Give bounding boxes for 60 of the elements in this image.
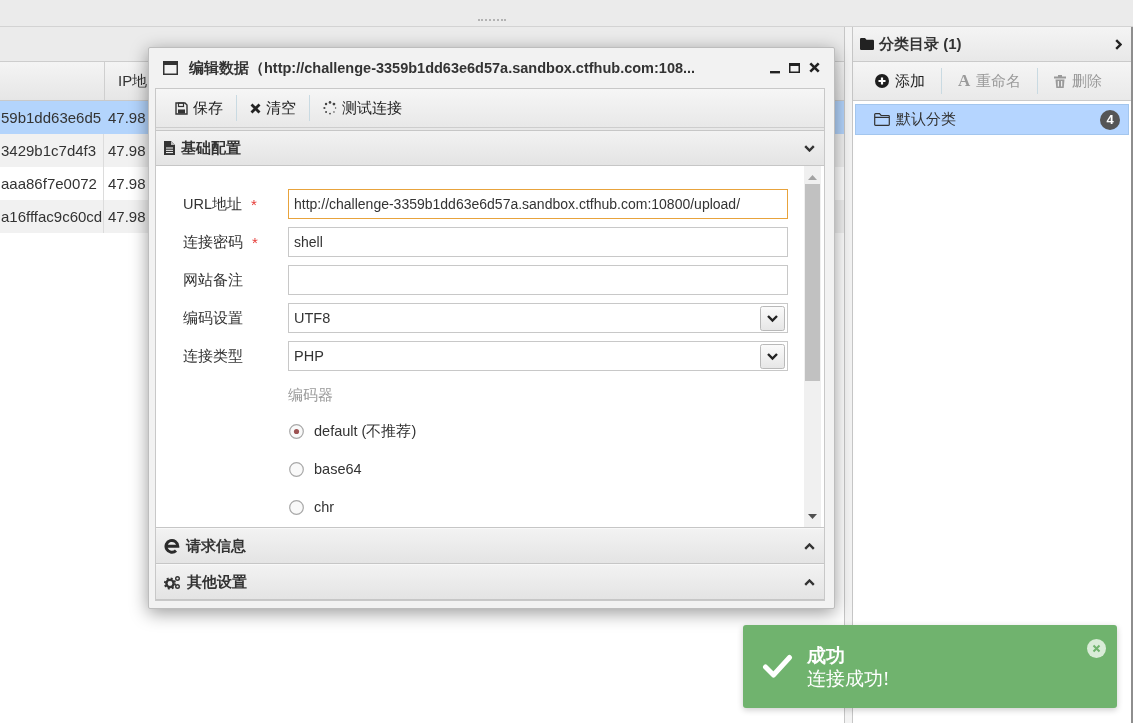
- text-field[interactable]: http://challenge-3359b1dd63e6d57a.sandbox.ctfhub.com:10800/upload/: [288, 189, 788, 219]
- checkmark-icon: [762, 654, 793, 679]
- folder-icon: [860, 38, 874, 50]
- add-button[interactable]: 添加: [865, 67, 935, 95]
- gears-icon: [164, 574, 181, 590]
- browser-e-icon: [164, 538, 180, 554]
- toast-message: 连接成功!: [807, 666, 890, 690]
- table-cell: a16fffac9c60cd: [0, 200, 104, 233]
- field-label: URL地址: [183, 194, 242, 214]
- cross-icon: [250, 102, 261, 114]
- table-cell-text: 47.98: [107, 141, 146, 161]
- accordion-header[interactable]: 基础配置: [156, 130, 824, 166]
- accordion-header[interactable]: 请求信息: [156, 528, 824, 564]
- field-label: 连接密码: [183, 232, 243, 252]
- plus-circle-icon: [875, 74, 889, 88]
- dropdown[interactable]: UTF8: [288, 303, 788, 333]
- maximize-icon[interactable]: [789, 63, 800, 73]
- field-label: 网站备注: [183, 270, 243, 290]
- panel-title: 分类目录 (1): [879, 34, 962, 54]
- field-label: 编码设置: [183, 308, 243, 328]
- save-button[interactable]: 保存: [165, 94, 233, 122]
- chevron-up-icon: [804, 578, 815, 586]
- dialog-title: 编辑数据（http://challenge-3359b1dd63e6d57a.sandbox.ctfhub.com:108...: [189, 58, 696, 78]
- chevron-up-icon: [804, 542, 815, 550]
- required-mark: *: [251, 195, 257, 213]
- dropdown[interactable]: PHP: [288, 341, 788, 371]
- close-icon[interactable]: [809, 62, 820, 74]
- folder-outline-icon: [874, 113, 890, 126]
- text-field[interactable]: shell: [288, 227, 788, 257]
- document-icon: [164, 141, 175, 155]
- table-cell-text: 47.98: [107, 174, 146, 194]
- trash-icon: [1054, 74, 1067, 88]
- required-mark: *: [252, 233, 258, 251]
- window-icon: [163, 61, 178, 75]
- accordion-header[interactable]: 其他设置: [156, 564, 824, 600]
- toast-title: 成功: [807, 643, 845, 667]
- table-cell-text: 47.98: [107, 207, 146, 227]
- count-badge: 4: [1100, 109, 1120, 130]
- chevron-right-icon[interactable]: [1115, 38, 1122, 50]
- field-label: 连接类型: [183, 346, 243, 366]
- radio-label: chr: [314, 499, 335, 515]
- chevron-down-icon: [804, 144, 815, 152]
- radio-label: base64: [314, 461, 362, 477]
- table-cell-text: 47.98: [107, 108, 146, 128]
- tree-item-label: 默认分类: [896, 110, 956, 129]
- tree-item[interactable]: 默认分类 4: [855, 104, 1129, 135]
- radio-button[interactable]: [289, 461, 304, 477]
- test-button[interactable]: 测试连接: [313, 94, 412, 122]
- scroll-down-icon[interactable]: [808, 514, 817, 519]
- radio-button[interactable]: [289, 499, 304, 515]
- spinner-icon: [323, 101, 337, 115]
- radio-button[interactable]: [289, 423, 304, 439]
- minimize-icon[interactable]: [770, 71, 780, 74]
- column-header[interactable]: IP地: [105, 62, 148, 100]
- text-field[interactable]: [288, 265, 788, 295]
- group-label: 编码器: [288, 386, 333, 405]
- scrollbar-thumb[interactable]: [805, 184, 820, 381]
- clear-button[interactable]: 清空: [240, 94, 306, 122]
- radio-label: default (不推荐): [314, 421, 417, 441]
- scrollbar[interactable]: [804, 166, 821, 527]
